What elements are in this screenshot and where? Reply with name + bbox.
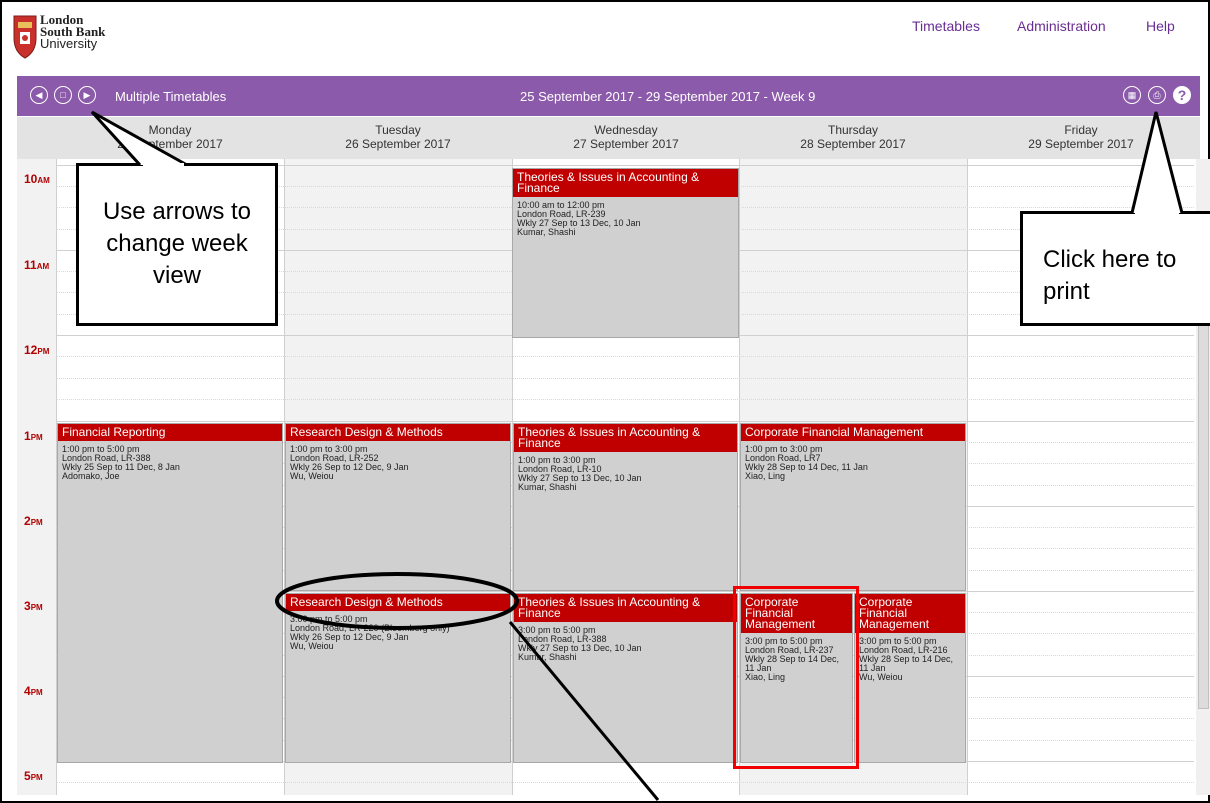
event-details: 3:00 pm to 5:00 pm London Road, LR-216 W…	[855, 633, 965, 686]
hour-label: 11AM	[24, 258, 49, 272]
quarter-line	[56, 782, 1194, 783]
hour-gutter	[17, 159, 56, 795]
event-block[interactable]: Theories & Issues in Accounting & Financ…	[513, 593, 738, 763]
quarter-line	[56, 399, 1194, 400]
hour-number: 3	[24, 599, 31, 613]
nav-administration-link[interactable]: Administration	[1017, 18, 1106, 34]
day-date: 29 September 2017	[1028, 137, 1134, 151]
timetable-mode-label: Multiple Timetables	[115, 89, 227, 104]
week-range-label: 25 September 2017 - 29 September 2017 - …	[520, 89, 816, 104]
event-staff: Kumar, Shashi	[518, 652, 577, 662]
day-header-row: Monday 25 September 2017 Tuesday 26 Sept…	[17, 117, 1200, 159]
nav-timetables-link[interactable]: Timetables	[912, 18, 980, 34]
hour-number: 11	[24, 258, 37, 272]
event-title: Theories & Issues in Accounting & Financ…	[513, 169, 738, 197]
day-name: Thursday	[827, 123, 879, 137]
timetable-toolbar: ◀ □ ▶ Multiple Timetables 25 September 2…	[17, 76, 1200, 116]
event-title: Financial Reporting	[58, 424, 282, 441]
event-staff: Kumar, Shashi	[518, 482, 577, 492]
event-block[interactable]: Research Design & Methods 3:00 pm to 5:0…	[285, 593, 511, 763]
help-icon[interactable]: ?	[1173, 86, 1191, 104]
event-title: Research Design & Methods	[286, 424, 510, 441]
hour-label: 1PM	[24, 429, 43, 443]
hour-suffix: AM	[37, 176, 50, 185]
event-block[interactable]: Corporate Financial Management 3:00 pm t…	[854, 593, 966, 763]
hour-label: 4PM	[24, 684, 43, 698]
print-icon[interactable]: ⎙	[1148, 86, 1166, 104]
event-block[interactable]: Theories & Issues in Accounting & Financ…	[512, 168, 739, 338]
site-header: London South Bank University Timetables …	[8, 4, 1203, 72]
quarter-line	[56, 356, 1194, 357]
day-date: 28 September 2017	[800, 137, 906, 151]
hour-suffix: PM	[30, 688, 43, 697]
event-details: 1:00 pm to 5:00 pm London Road, LR-388 W…	[58, 441, 282, 485]
previous-week-icon[interactable]: ◀	[30, 86, 48, 104]
hour-label: 12PM	[24, 343, 49, 357]
day-date: 25 September 2017	[117, 137, 223, 151]
hour-suffix: PM	[30, 773, 43, 782]
event-block[interactable]: Financial Reporting 1:00 pm to 5:00 pm L…	[57, 423, 283, 763]
day-header-wednesday: Wednesday 27 September 2017	[512, 123, 740, 151]
day-name: Monday	[148, 123, 192, 137]
hour-number: 5	[24, 769, 31, 783]
day-name: Tuesday	[375, 123, 421, 137]
highlight-box	[733, 586, 859, 769]
hour-number: 1	[24, 429, 31, 443]
event-block[interactable]: Corporate Financial Management 1:00 pm t…	[740, 423, 966, 591]
event-title: Theories & Issues in Accounting & Financ…	[514, 424, 737, 452]
university-name: London South Bank University	[40, 13, 105, 51]
hour-suffix: PM	[30, 603, 43, 612]
event-details: 10:00 am to 12:00 pm London Road, LR-239…	[513, 197, 738, 241]
hour-label: 2PM	[24, 514, 43, 528]
hour-label: 5PM	[24, 769, 43, 783]
hour-line	[56, 421, 1194, 422]
day-date: 26 September 2017	[345, 137, 451, 151]
hour-suffix: AM	[36, 262, 50, 271]
hour-label: 10AM	[24, 172, 50, 186]
nav-help-link[interactable]: Help	[1146, 18, 1175, 34]
hour-number: 10	[24, 172, 38, 186]
event-staff: Wu, Weiou	[859, 672, 903, 682]
hour-number: 2	[24, 514, 31, 528]
event-weeks: Wkly 28 Sep to 14 Dec, 11 Jan	[859, 654, 954, 673]
day-date: 27 September 2017	[573, 137, 679, 151]
event-staff: Wu, Weiou	[290, 471, 334, 481]
event-block[interactable]: Theories & Issues in Accounting & Financ…	[513, 423, 738, 591]
quarter-line	[56, 378, 1194, 379]
hour-label: 3PM	[24, 599, 43, 613]
event-staff: Xiao, Ling	[745, 471, 786, 481]
day-name: Friday	[1064, 123, 1098, 137]
hour-suffix: PM	[30, 518, 43, 527]
hour-number: 12	[24, 343, 38, 357]
logo-line-3: University	[40, 36, 98, 51]
event-staff: Kumar, Shashi	[517, 227, 576, 237]
hour-number: 4	[24, 684, 31, 698]
day-header-tuesday: Tuesday 26 September 2017	[284, 123, 512, 151]
event-title: Theories & Issues in Accounting & Financ…	[514, 594, 737, 622]
event-title: Corporate Financial Management	[741, 424, 965, 441]
event-details: 1:00 pm to 3:00 pm London Road, LR-252 W…	[286, 441, 510, 485]
annotation-callout-arrows: Use arrows to change week view	[76, 163, 278, 326]
event-details: 3:00 pm to 5:00 pm London Road, LR-220 (…	[286, 611, 510, 655]
day-name: Wednesday	[594, 123, 658, 137]
calendar-icon[interactable]: □	[54, 86, 72, 104]
hour-suffix: PM	[30, 433, 43, 442]
event-title: Research Design & Methods	[286, 594, 510, 611]
event-title: Corporate Financial Management	[855, 594, 965, 633]
university-crest-logo	[13, 15, 37, 59]
event-block[interactable]: Research Design & Methods 1:00 pm to 3:0…	[285, 423, 511, 591]
event-details: 1:00 pm to 3:00 pm London Road, LR7 Wkly…	[741, 441, 965, 485]
event-details: 3:00 pm to 5:00 pm London Road, LR-388 W…	[514, 622, 737, 666]
day-header-monday: Monday 25 September 2017	[56, 123, 284, 151]
event-staff: Wu, Weiou	[290, 641, 334, 651]
day-header-thursday: Thursday 28 September 2017	[739, 123, 967, 151]
event-details: 1:00 pm to 3:00 pm London Road, LR-10 Wk…	[514, 452, 737, 496]
annotation-callout-print: Click here to print	[1020, 211, 1210, 326]
hour-suffix: PM	[37, 347, 50, 356]
next-week-icon[interactable]: ▶	[78, 86, 96, 104]
list-view-icon[interactable]: ▦	[1123, 86, 1141, 104]
day-header-friday: Friday 29 September 2017	[967, 123, 1195, 151]
event-staff: Adomako, Joe	[62, 471, 120, 481]
